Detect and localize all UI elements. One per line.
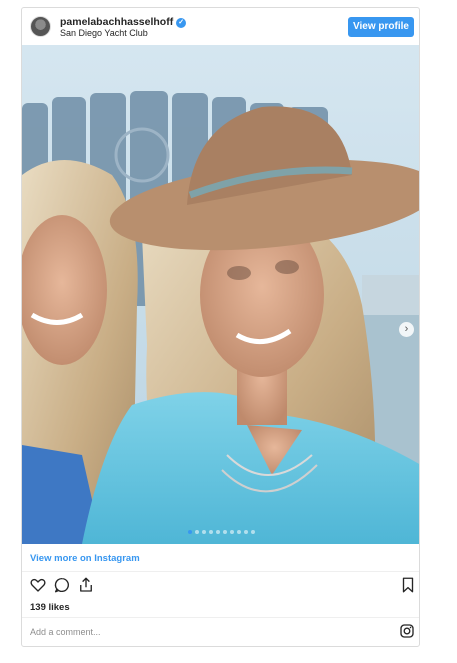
location-link[interactable]: San Diego Yacht Club <box>60 28 148 38</box>
post-header: pamelabachhasselhoff ✓ San Diego Yacht Cl… <box>22 8 419 45</box>
carousel-dot[interactable] <box>216 530 220 534</box>
view-more-link[interactable]: View more on Instagram <box>30 553 140 564</box>
carousel-dot[interactable] <box>237 530 241 534</box>
instagram-embed: pamelabachhasselhoff ✓ San Diego Yacht Cl… <box>21 7 420 647</box>
carousel-dot[interactable] <box>230 530 234 534</box>
comment-input[interactable]: Add a comment... <box>30 627 101 637</box>
carousel-dots <box>22 530 419 534</box>
post-photo[interactable]: › <box>22 45 419 544</box>
carousel-dot[interactable] <box>195 530 199 534</box>
carousel-dot[interactable] <box>188 530 192 534</box>
verified-badge-icon: ✓ <box>176 18 187 28</box>
carousel-dot[interactable] <box>251 530 255 534</box>
heart-icon[interactable] <box>29 576 47 594</box>
carousel-dot[interactable] <box>209 530 213 534</box>
carousel-dot[interactable] <box>202 530 206 534</box>
photo-illustration <box>22 45 419 544</box>
username-link[interactable]: pamelabachhasselhoff ✓ <box>60 16 187 28</box>
action-bar <box>22 576 419 598</box>
likes-count[interactable]: 139 likes <box>30 602 70 613</box>
comment-icon[interactable] <box>53 576 71 594</box>
divider <box>22 617 419 618</box>
carousel-dot[interactable] <box>223 530 227 534</box>
carousel-dot[interactable] <box>244 530 248 534</box>
share-icon[interactable] <box>77 576 95 594</box>
divider <box>22 571 419 572</box>
instagram-icon[interactable] <box>399 623 415 639</box>
view-profile-button[interactable]: View profile <box>348 17 414 37</box>
next-slide-button[interactable]: › <box>399 322 414 337</box>
username-text: pamelabachhasselhoff <box>60 16 174 28</box>
avatar[interactable] <box>30 16 51 37</box>
bookmark-icon[interactable] <box>399 576 417 594</box>
